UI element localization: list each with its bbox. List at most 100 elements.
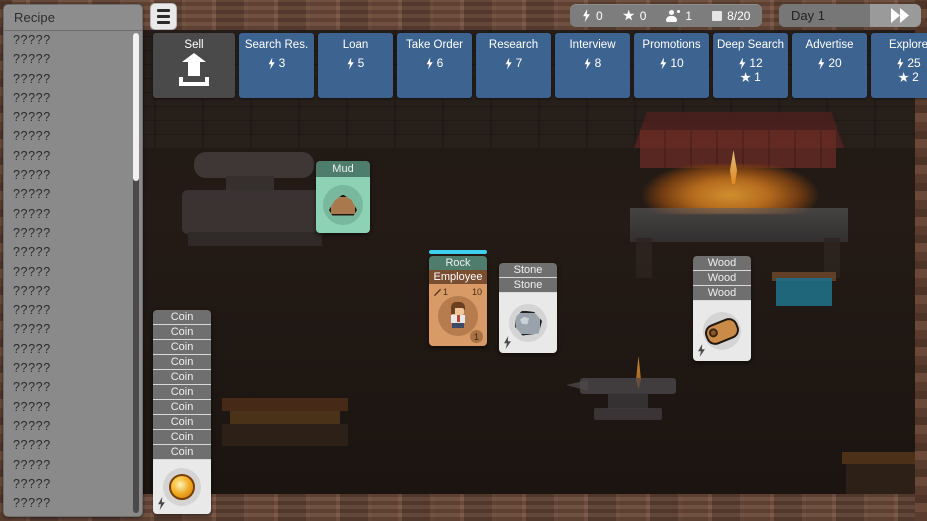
- bolt-icon: [347, 57, 354, 70]
- recipe-row[interactable]: ?????: [4, 31, 142, 50]
- hamburger-menu-button[interactable]: [150, 3, 177, 30]
- action-button-bar: Sell Search Res. 3 Loan 5 Take Order 6 R…: [153, 33, 927, 98]
- card-coin[interactable]: Coin Coin Coin Coin Coin Coin Coin Coin …: [153, 310, 211, 514]
- stat-energy: 0: [582, 9, 603, 23]
- card-stack-label: Coin: [153, 385, 211, 400]
- anvil-decor: [566, 356, 676, 424]
- action-cost-value: 10: [670, 56, 684, 70]
- hamburger-icon: [157, 15, 170, 18]
- recipe-row[interactable]: ?????: [4, 456, 142, 475]
- action-cost: 1: [740, 71, 761, 84]
- action-cost: 7: [505, 56, 523, 70]
- recipe-row[interactable]: ?????: [4, 205, 142, 224]
- bolt-icon: [660, 57, 667, 70]
- recipe-row[interactable]: ?????: [4, 166, 142, 185]
- recipe-scrollbar-thumb[interactable]: [133, 33, 139, 181]
- recipe-row[interactable]: ?????: [4, 282, 142, 301]
- action-button-take-order[interactable]: Take Order 6: [397, 33, 472, 98]
- action-button-sell[interactable]: Sell: [153, 33, 235, 98]
- bolt-icon: [739, 57, 746, 70]
- action-cost: 12: [738, 56, 763, 70]
- fast-forward-icon[interactable]: [891, 8, 911, 23]
- action-label: Research: [488, 39, 539, 51]
- recipe-row[interactable]: ?????: [4, 185, 142, 204]
- recipe-row[interactable]: ?????: [4, 494, 142, 513]
- action-button-deep-search[interactable]: Deep Search 12 1: [713, 33, 788, 98]
- card-art: [509, 304, 547, 342]
- card-stack-label: Wood: [693, 256, 751, 271]
- action-label: Promotions: [642, 39, 701, 51]
- card-art: [163, 468, 201, 506]
- action-button-advertise[interactable]: Advertise 20: [792, 33, 867, 98]
- bolt-icon: [505, 57, 512, 70]
- card-art: [702, 312, 742, 350]
- recipe-list[interactable]: ????? ????? ????? ????? ????? ????? ????…: [4, 31, 142, 516]
- recipe-row[interactable]: ?????: [4, 89, 142, 108]
- recipe-row[interactable]: ?????: [4, 378, 142, 397]
- recipe-row[interactable]: ?????: [4, 398, 142, 417]
- recipe-row[interactable]: ?????: [4, 301, 142, 320]
- recipe-row[interactable]: ?????: [4, 147, 142, 166]
- employee-progress-bar: [429, 250, 487, 254]
- stats-bar: 0 0 1 8/20: [570, 4, 763, 27]
- action-button-promotions[interactable]: Promotions 10: [634, 33, 709, 98]
- action-cost-value: 7: [515, 56, 523, 70]
- recipe-row[interactable]: ?????: [4, 263, 142, 282]
- recipe-row[interactable]: ?????: [4, 359, 142, 378]
- action-label: Advertise: [805, 39, 854, 51]
- action-cost-value: 12: [749, 56, 763, 70]
- card-stack-label: Coin: [153, 430, 211, 445]
- mud-icon: [329, 194, 357, 216]
- recipe-row[interactable]: ?????: [4, 417, 142, 436]
- action-button-explore[interactable]: Explore 25 2: [871, 33, 927, 98]
- card-wood[interactable]: Wood Wood Wood: [693, 256, 751, 361]
- recipe-row[interactable]: ?????: [4, 108, 142, 127]
- recipe-row[interactable]: ?????: [4, 224, 142, 243]
- bolt-icon: [818, 57, 825, 70]
- card-face: [499, 293, 557, 353]
- action-button-interview[interactable]: Interview 8: [555, 33, 630, 98]
- action-cost: 25: [896, 57, 921, 70]
- recipe-row[interactable]: ?????: [4, 320, 142, 339]
- card-stack-label: Coin: [153, 445, 211, 460]
- card-stack-label: Stone: [499, 263, 557, 278]
- stat-stars-value: 0: [639, 8, 647, 23]
- card-stack-label: Mud: [316, 161, 370, 177]
- action-button-search-res[interactable]: Search Res. 3: [239, 33, 314, 98]
- action-cost: 3: [268, 57, 285, 70]
- recipe-row[interactable]: ?????: [4, 50, 142, 69]
- card-mud[interactable]: Mud: [316, 161, 370, 233]
- card-face: 1 10 1: [429, 284, 487, 346]
- card-stack-label: Coin: [153, 370, 211, 385]
- employee-stat-left: 1: [433, 287, 448, 297]
- recipe-row[interactable]: ?????: [4, 243, 142, 262]
- action-cost-value: 1: [754, 70, 761, 84]
- card-stack-label: Wood: [693, 271, 751, 286]
- action-label: Interview: [569, 39, 616, 51]
- recipe-row[interactable]: ?????: [4, 127, 142, 146]
- action-cost-value: 20: [828, 56, 842, 70]
- recipe-panel[interactable]: Recipe ????? ????? ????? ????? ????? ???…: [3, 4, 143, 517]
- stat-capacity: 8/20: [712, 9, 750, 23]
- card-stack-label: Coin: [153, 355, 211, 370]
- recipe-row[interactable]: ?????: [4, 475, 142, 494]
- action-cost-value: 6: [436, 56, 444, 70]
- recipe-row[interactable]: ?????: [4, 436, 142, 455]
- recipe-row[interactable]: ?????: [4, 70, 142, 89]
- day-label: Day 1: [791, 8, 825, 23]
- employee-stat-right-value: 10: [471, 287, 482, 297]
- hamburger-icon: [157, 21, 170, 24]
- recipe-row[interactable]: ?????: [4, 340, 142, 359]
- recipe-panel-title: Recipe: [4, 5, 142, 31]
- card-face: [316, 177, 370, 233]
- action-label: Sell: [184, 39, 204, 51]
- action-button-loan[interactable]: Loan 5: [318, 33, 393, 98]
- card-stone[interactable]: Stone Stone: [499, 263, 557, 353]
- coin-icon: [169, 474, 195, 500]
- card-stack-label: Coin: [153, 325, 211, 340]
- card-employee[interactable]: Rock Employee 1 10 1: [429, 250, 487, 346]
- day-progress-bar[interactable]: Day 1: [779, 4, 921, 27]
- action-cost: 10: [659, 56, 684, 70]
- action-button-research[interactable]: Research 7: [476, 33, 551, 98]
- machine-press-decor: [182, 148, 338, 252]
